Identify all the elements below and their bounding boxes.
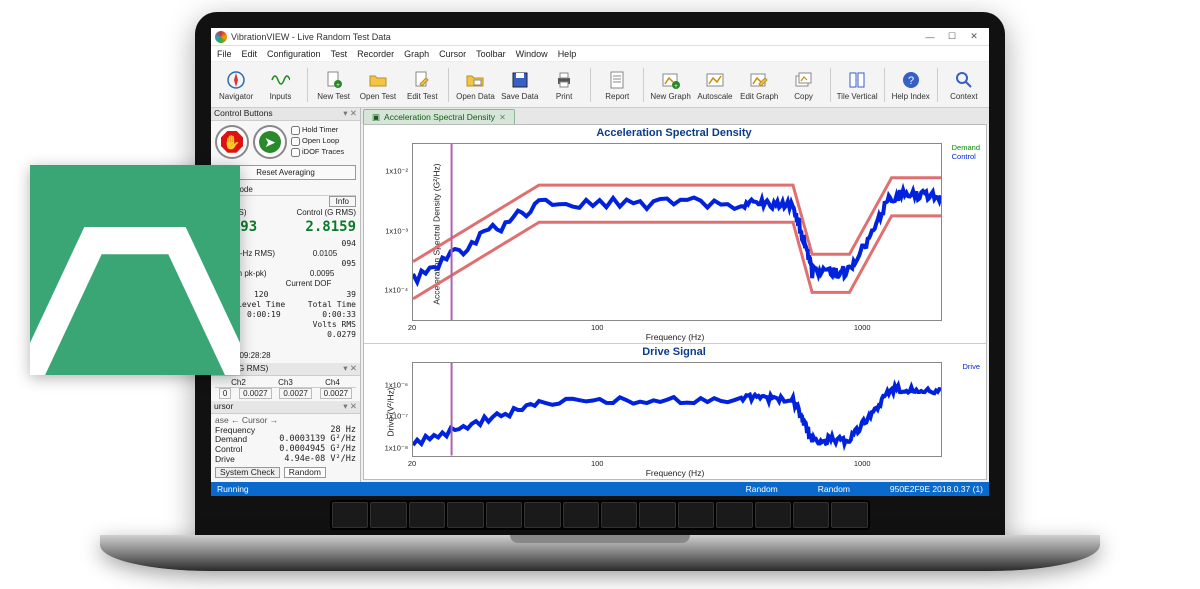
menu-recorder[interactable]: Recorder — [357, 49, 394, 59]
new-test-icon: + — [323, 69, 345, 91]
edit-graph-icon — [748, 69, 770, 91]
option-open-loop[interactable]: Open Loop — [291, 137, 344, 146]
status-running: Running — [217, 484, 249, 494]
open-test-icon — [367, 69, 389, 91]
svg-text:+: + — [674, 84, 678, 90]
random-profile-icon — [30, 165, 240, 375]
chart-area: ▣Acceleration Spectral Density✕ Accelera… — [361, 108, 989, 482]
laptop-keyboard — [330, 500, 870, 530]
report-button[interactable]: Report — [596, 64, 638, 106]
context-button[interactable]: Context — [943, 64, 985, 106]
cursor-header: ursor▾ ✕ — [211, 401, 360, 414]
tab-system-check[interactable]: System Check — [215, 467, 280, 479]
menubar[interactable]: File Edit Configuration Test Recorder Graph Cu… — [211, 46, 989, 62]
print-button[interactable]: Print — [543, 64, 585, 106]
close-tab-icon[interactable]: ✕ — [499, 113, 506, 122]
copy-button[interactable]: Copy — [782, 64, 824, 106]
tab-random[interactable]: Random — [284, 467, 326, 479]
new-graph-button[interactable]: +New Graph — [649, 64, 691, 106]
autoscale-button[interactable]: Autoscale — [694, 64, 736, 106]
pane-pin-icon[interactable]: ▾ ✕ — [343, 109, 357, 119]
autoscale-icon — [704, 69, 726, 91]
tile-vertical-icon — [846, 69, 868, 91]
menu-graph[interactable]: Graph — [404, 49, 429, 59]
svg-text:?: ? — [908, 75, 914, 87]
report-icon — [606, 69, 628, 91]
save-data-icon — [509, 69, 531, 91]
control-buttons-header: Control Buttons▾ ✕ — [211, 108, 360, 121]
titlebar[interactable]: VibrationVIEW - Live Random Test Data — … — [211, 28, 989, 46]
tile-vertical-button[interactable]: Tile Vertical — [836, 64, 879, 106]
app-window: VibrationVIEW - Live Random Test Data — … — [211, 28, 989, 496]
maximize-button[interactable]: ☐ — [941, 31, 963, 42]
navigator-button[interactable]: Navigator — [215, 64, 257, 106]
open-test-button[interactable]: Open Test — [357, 64, 399, 106]
new-graph-icon: + — [660, 69, 682, 91]
control-readout: 2.8159 — [305, 219, 356, 235]
open-data-icon — [464, 69, 486, 91]
chart-tab[interactable]: ▣Acceleration Spectral Density✕ — [363, 109, 515, 124]
toolbar: NavigatorInputs +New TestOpen TestEdit Te… — [211, 62, 989, 108]
run-icon: ➤ — [259, 131, 281, 153]
laptop-base — [100, 535, 1100, 571]
app-icon — [215, 31, 227, 43]
window-title: VibrationVIEW - Live Random Test Data — [231, 32, 391, 42]
product-badge — [30, 165, 240, 375]
inputs-icon — [269, 69, 291, 91]
edit-graph-button[interactable]: Edit Graph — [738, 64, 780, 106]
stop-button[interactable]: ✋ — [215, 125, 249, 159]
status-bar: Running Random Random 950E2F9E 2018.0.37… — [211, 482, 989, 496]
svg-text:+: + — [336, 83, 340, 89]
help-index-button[interactable]: ?Help Index — [890, 64, 932, 106]
menu-cursor[interactable]: Cursor — [439, 49, 466, 59]
copy-icon — [793, 69, 815, 91]
minimize-button[interactable]: — — [919, 32, 941, 42]
chart-drive[interactable]: Drive Signal Drive (V²/Hz) Frequency (Hz… — [364, 344, 986, 479]
option-idof-traces[interactable]: iDOF Traces — [291, 148, 344, 157]
menu-help[interactable]: Help — [558, 49, 577, 59]
option-hold-timer[interactable]: Hold Timer — [291, 126, 344, 135]
edit-test-icon — [411, 69, 433, 91]
stop-icon: ✋ — [221, 131, 243, 153]
menu-window[interactable]: Window — [516, 49, 548, 59]
menu-test[interactable]: Test — [331, 49, 348, 59]
save-data-button[interactable]: Save Data — [499, 64, 541, 106]
run-button[interactable]: ➤ — [253, 125, 287, 159]
new-test-button[interactable]: +New Test — [313, 64, 355, 106]
navigator-icon — [225, 69, 247, 91]
chart-asd[interactable]: Acceleration Spectral Density Accelerati… — [364, 125, 986, 344]
print-icon — [553, 69, 575, 91]
menu-edit[interactable]: Edit — [242, 49, 258, 59]
open-data-button[interactable]: Open Data — [454, 64, 496, 106]
edit-test-button[interactable]: Edit Test — [401, 64, 443, 106]
context-icon — [953, 69, 975, 91]
menu-toolbar[interactable]: Toolbar — [476, 49, 506, 59]
help-index-icon: ? — [900, 69, 922, 91]
inputs-button[interactable]: Inputs — [259, 64, 301, 106]
info-button[interactable]: Info — [329, 196, 356, 207]
close-button[interactable]: ✕ — [963, 31, 985, 42]
menu-configuration[interactable]: Configuration — [267, 49, 321, 59]
menu-file[interactable]: File — [217, 49, 232, 59]
